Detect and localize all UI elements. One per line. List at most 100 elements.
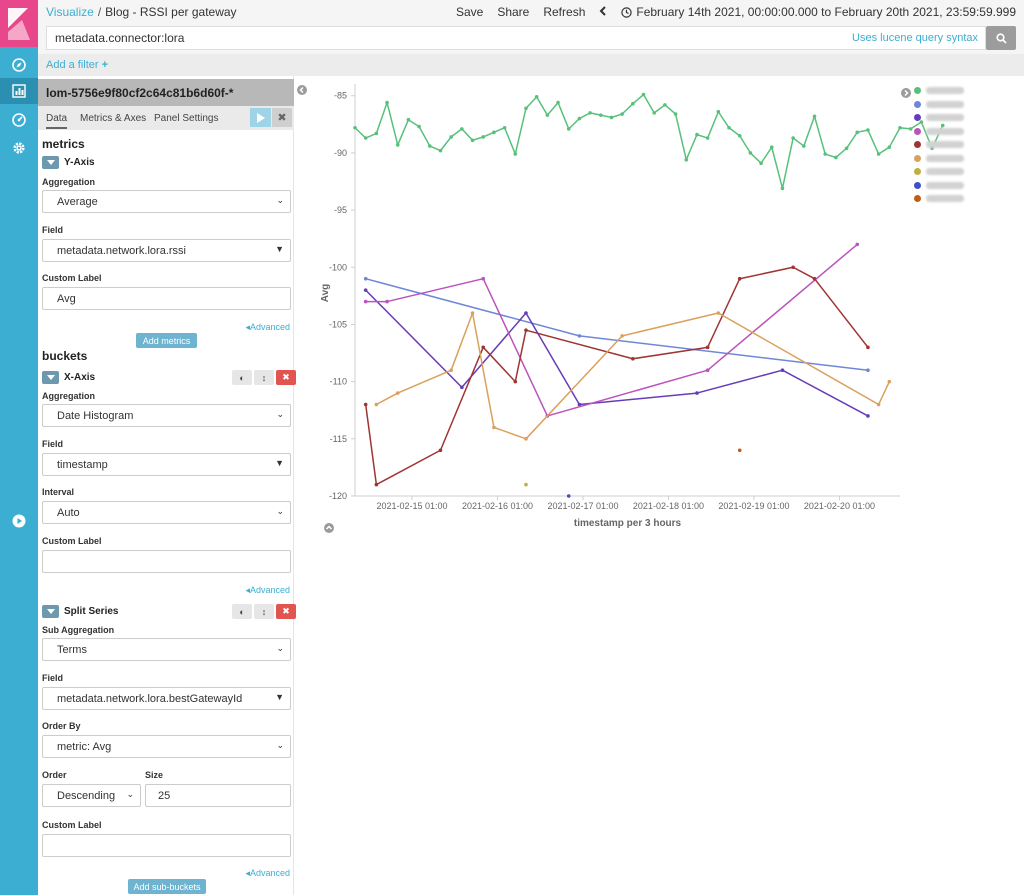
share-button[interactable]: Share bbox=[497, 5, 529, 19]
apply-changes-button[interactable] bbox=[250, 108, 271, 127]
data-point bbox=[363, 402, 368, 407]
legend-color-dot bbox=[914, 114, 921, 121]
data-point bbox=[470, 311, 475, 315]
data-point bbox=[566, 127, 571, 131]
chevron-down-icon: ⌄ bbox=[276, 506, 284, 516]
interval-select[interactable]: Auto ⌄ bbox=[42, 501, 291, 524]
data-point bbox=[374, 482, 379, 487]
legend-item[interactable] bbox=[914, 139, 964, 150]
data-point bbox=[353, 125, 357, 130]
dashboard-icon[interactable] bbox=[0, 107, 38, 133]
legend-item[interactable] bbox=[914, 112, 964, 123]
x-custom-label-input[interactable] bbox=[42, 550, 291, 573]
order-select[interactable]: Descending ⌄ bbox=[42, 784, 141, 807]
order-value: Descending bbox=[57, 790, 116, 802]
tab-panel-settings[interactable]: Panel Settings bbox=[154, 113, 219, 124]
reorder-icon[interactable]: ↕ bbox=[254, 370, 274, 385]
split-advanced-toggle[interactable]: ◂Advanced bbox=[245, 868, 290, 879]
data-point bbox=[363, 276, 368, 281]
x-advanced-toggle[interactable]: ◂Advanced bbox=[245, 585, 290, 596]
y-field-label: Field bbox=[42, 225, 64, 235]
series-line bbox=[365, 243, 858, 417]
data-point bbox=[620, 334, 624, 338]
legend-item[interactable] bbox=[914, 180, 964, 191]
data-point bbox=[395, 391, 400, 395]
add-filter-button[interactable]: Add a filter + bbox=[46, 59, 108, 71]
breadcrumb-visualize-link[interactable]: Visualize bbox=[46, 5, 94, 19]
query-input[interactable] bbox=[46, 26, 986, 50]
series-line bbox=[365, 289, 869, 417]
remove-x-axis-icon[interactable]: ✖ bbox=[276, 370, 296, 385]
collapse-split-series-button[interactable] bbox=[42, 605, 59, 618]
split-field-select[interactable]: metadata.network.lora.bestGatewayId ▼ bbox=[42, 687, 291, 710]
chart-area: -85 -90 -95 -100 -105 -110 -115 -120 2021-02-15 … bbox=[295, 76, 1024, 556]
legend-item[interactable] bbox=[914, 85, 964, 96]
reorder-icon[interactable]: ↕ bbox=[254, 604, 274, 619]
data-point bbox=[513, 379, 518, 384]
breadcrumb-separator: / bbox=[97, 5, 102, 19]
tab-data[interactable]: Data bbox=[46, 113, 68, 129]
discard-changes-button[interactable]: ✖ bbox=[272, 108, 292, 127]
kibana-logo[interactable] bbox=[0, 0, 38, 47]
toggle-legend-icon[interactable] bbox=[324, 520, 334, 538]
legend-item[interactable] bbox=[914, 166, 964, 177]
chevron-left-icon[interactable] bbox=[599, 5, 607, 19]
data-point bbox=[866, 368, 870, 372]
data-point bbox=[844, 146, 849, 151]
data-point bbox=[791, 136, 795, 140]
data-point bbox=[524, 437, 528, 441]
chevron-down-icon: ⌄ bbox=[126, 789, 134, 799]
visualize-icon[interactable] bbox=[0, 78, 38, 104]
data-point bbox=[866, 345, 870, 350]
toggle-icon[interactable]: ◐ bbox=[232, 370, 252, 385]
gear-icon[interactable] bbox=[0, 135, 38, 161]
collapse-sidebar-icon[interactable] bbox=[297, 82, 307, 100]
split-field-value: metadata.network.lora.bestGatewayId bbox=[57, 693, 243, 705]
toggle-icon[interactable]: ◐ bbox=[232, 604, 252, 619]
x-aggregation-select[interactable]: Date Histogram ⌄ bbox=[42, 404, 291, 427]
add-metrics-button[interactable]: Add metrics bbox=[136, 333, 197, 348]
y-aggregation-select[interactable]: Average ⌄ bbox=[42, 190, 291, 213]
chevron-down-icon: ⌄ bbox=[276, 409, 284, 419]
legend-item[interactable] bbox=[914, 126, 964, 137]
legend-item[interactable] bbox=[914, 153, 964, 164]
legend-item[interactable] bbox=[914, 99, 964, 110]
tab-metrics-axes[interactable]: Metrics & Axes bbox=[80, 113, 146, 124]
save-button[interactable]: Save bbox=[456, 5, 483, 19]
data-point bbox=[449, 135, 453, 139]
data-point bbox=[481, 135, 486, 139]
remove-split-series-icon[interactable]: ✖ bbox=[276, 604, 296, 619]
data-point bbox=[759, 161, 763, 165]
sub-aggregation-select[interactable]: Terms ⌄ bbox=[42, 638, 291, 661]
data-point bbox=[769, 145, 774, 149]
data-point bbox=[780, 186, 785, 191]
caret-down-icon: ▼ bbox=[275, 244, 284, 254]
collapse-y-axis-button[interactable] bbox=[42, 156, 59, 169]
collapse-x-axis-button[interactable] bbox=[42, 371, 59, 384]
sub-aggregation-label: Sub Aggregation bbox=[42, 625, 115, 635]
data-point bbox=[524, 328, 528, 332]
search-button[interactable] bbox=[986, 26, 1016, 50]
legend-item[interactable] bbox=[914, 193, 964, 204]
split-custom-label-input[interactable] bbox=[42, 834, 291, 857]
y-advanced-toggle[interactable]: ◂Advanced bbox=[245, 322, 290, 333]
legend-label-redacted bbox=[926, 141, 964, 148]
x-field-select[interactable]: timestamp ▼ bbox=[42, 453, 291, 476]
discover-icon[interactable] bbox=[0, 52, 38, 78]
y-tick-label: -100 bbox=[329, 262, 347, 272]
size-input[interactable]: 25 bbox=[145, 784, 291, 807]
y-field-select[interactable]: metadata.network.lora.rssi ▼ bbox=[42, 239, 291, 262]
expand-nav-icon[interactable] bbox=[0, 508, 38, 534]
data-point bbox=[855, 130, 860, 135]
caret-down-icon: ▼ bbox=[275, 692, 284, 702]
y-custom-label-input[interactable]: Avg bbox=[42, 287, 291, 310]
legend-collapse-icon[interactable] bbox=[901, 85, 911, 103]
x-aggregation-value: Date Histogram bbox=[57, 410, 134, 422]
add-sub-buckets-button[interactable]: Add sub-buckets bbox=[128, 879, 206, 894]
lucene-syntax-link[interactable]: Uses lucene query syntax bbox=[852, 32, 978, 44]
refresh-button[interactable]: Refresh bbox=[543, 5, 585, 19]
data-point bbox=[545, 113, 550, 117]
data-point bbox=[566, 494, 571, 498]
time-picker[interactable]: February 14th 2021, 00:00:00.000 to Febr… bbox=[621, 5, 1016, 19]
order-by-select[interactable]: metric: Avg ⌄ bbox=[42, 735, 291, 758]
